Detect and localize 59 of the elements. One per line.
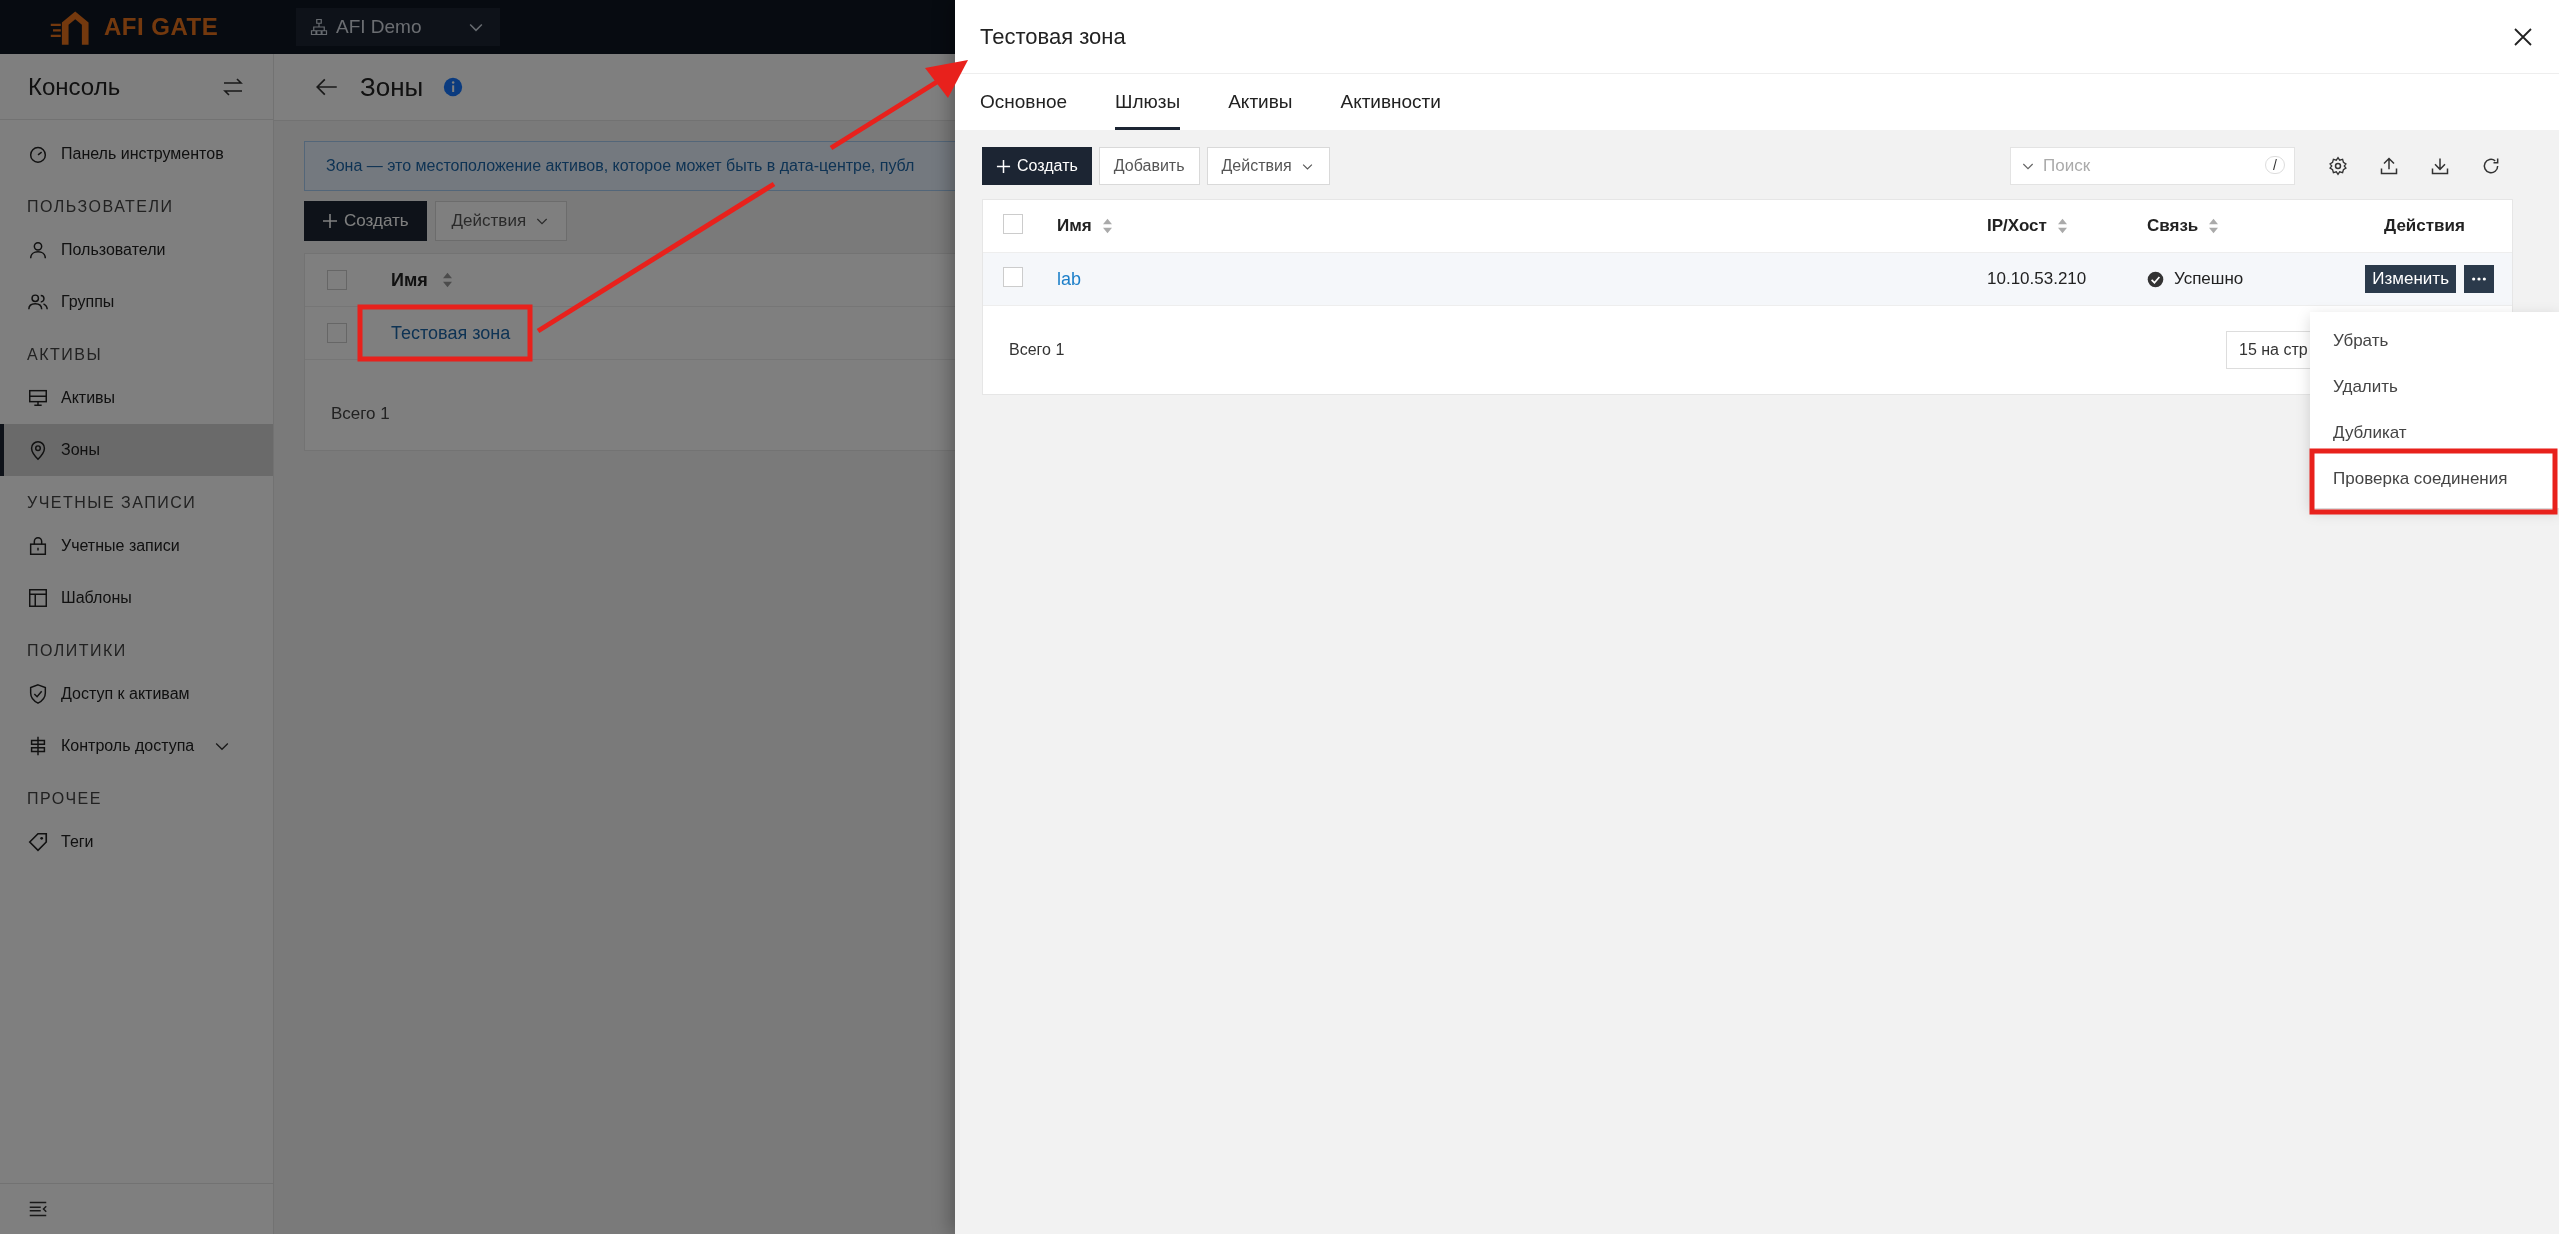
table-cell: 10.10.53.210 xyxy=(1987,269,2087,289)
section-heading: АКТИВЫ xyxy=(26,345,104,365)
drawer-title: Тестовая зона xyxy=(980,23,1126,50)
menu-item-icon xyxy=(27,535,49,557)
check-circle-icon xyxy=(2147,270,2164,288)
plus-icon xyxy=(996,158,1011,174)
edit-button[interactable]: Изменить xyxy=(2365,265,2456,293)
create-button[interactable]: Создать xyxy=(982,147,1092,185)
section-heading: ПОЛИТИКИ xyxy=(26,641,128,661)
info-text: Зона — это местоположение активов, которое может быть в дата-центре, публ xyxy=(326,157,915,175)
plus-icon xyxy=(322,213,338,229)
menu-item[interactable]: Дубликат xyxy=(2310,410,2559,456)
sidebar-item[interactable]: Зоны xyxy=(0,424,273,476)
column-header[interactable]: IP/Хост xyxy=(1987,216,2047,236)
checkbox[interactable] xyxy=(327,270,347,290)
checkbox[interactable] xyxy=(1003,267,1023,287)
menu-item-icon xyxy=(27,239,49,261)
logo-text: AFI GATE xyxy=(104,13,219,41)
gateway-link[interactable]: lab xyxy=(1057,268,1082,290)
more-button[interactable] xyxy=(2464,265,2494,293)
tab[interactable]: Активности xyxy=(1340,74,1441,130)
section-heading: УЧЕТНЫЕ ЗАПИСИ xyxy=(26,493,198,513)
settings-icon[interactable] xyxy=(2328,156,2348,176)
section-heading: ПРОЧЕЕ xyxy=(26,789,103,809)
menu-item-icon xyxy=(27,587,49,609)
status-text: Успешно xyxy=(2174,269,2244,289)
sort-icon[interactable] xyxy=(2208,217,2220,235)
create-button[interactable]: Создать xyxy=(304,201,427,241)
tab[interactable]: Шлюзы xyxy=(1115,74,1181,130)
org-selector[interactable]: AFI Demo xyxy=(296,8,500,46)
column-header[interactable]: Связь xyxy=(2147,216,2199,236)
upload-icon[interactable] xyxy=(2379,156,2399,176)
total-count: Всего 1 xyxy=(1009,341,1065,359)
tab[interactable]: Основное xyxy=(980,74,1068,130)
column-header[interactable]: Имя xyxy=(391,269,428,291)
actions-button[interactable]: Действия xyxy=(434,201,568,241)
sidebar-title: Консоль xyxy=(28,72,121,101)
total-count: Всего 1 xyxy=(331,404,390,423)
page-title: Зоны xyxy=(360,71,424,103)
checkbox[interactable] xyxy=(1003,214,1023,234)
menu-item-icon xyxy=(27,683,49,705)
tab[interactable]: Активы xyxy=(1228,74,1293,130)
menu-item-icon xyxy=(27,831,49,853)
column-header[interactable]: Действия xyxy=(2384,216,2465,236)
actions-button[interactable]: Действия xyxy=(1206,147,1330,185)
download-icon[interactable] xyxy=(2430,156,2450,176)
menu-item-icon xyxy=(27,387,49,409)
section-heading: ПОЛЬЗОВАТЕЛИ xyxy=(26,197,175,217)
menu-item[interactable]: Проверка соединения xyxy=(2310,456,2559,502)
info-icon xyxy=(443,77,464,97)
more-icon xyxy=(2471,276,2487,282)
checkbox[interactable] xyxy=(327,323,347,343)
add-button[interactable]: Добавить xyxy=(1098,147,1200,185)
sort-icon[interactable] xyxy=(1101,217,1113,235)
sort-icon[interactable] xyxy=(2056,217,2068,235)
column-header[interactable]: Имя xyxy=(1057,216,1092,236)
refresh-icon[interactable] xyxy=(2481,156,2501,176)
org-icon xyxy=(310,18,328,36)
sort-icon[interactable] xyxy=(441,271,453,289)
